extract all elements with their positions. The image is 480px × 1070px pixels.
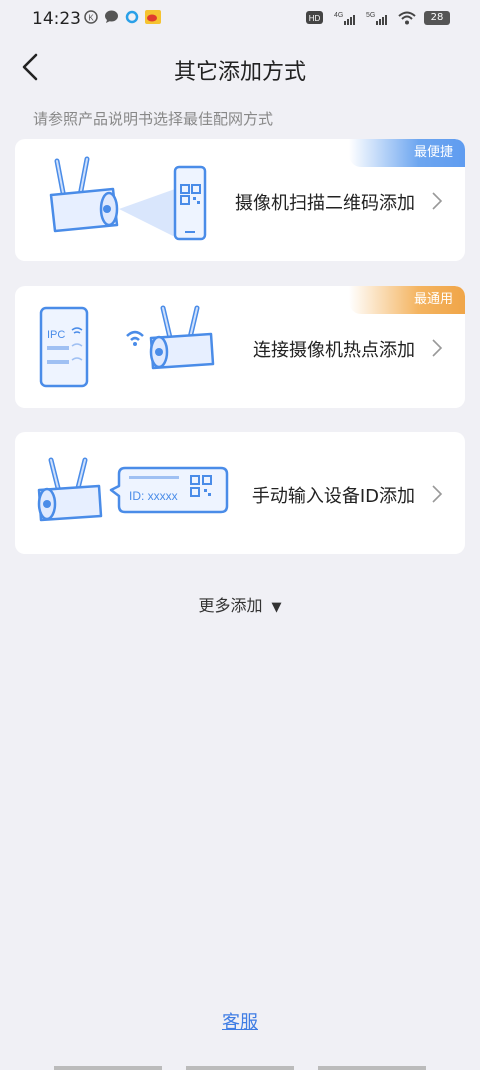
customer-service-link[interactable]: 客服 [0, 1008, 480, 1034]
triangle-down-icon: ▼ [271, 600, 282, 615]
option-manual-id-label: 手动输入设备ID添加 [251, 486, 415, 507]
option-hotspot-label: 连接摄像机热点添加 [253, 340, 415, 361]
battery-indicator: 28 [424, 11, 450, 25]
nav-bar: 其它添加方式 [0, 40, 480, 96]
svg-text:5G: 5G [366, 12, 375, 19]
id-placeholder-text: ID: xxxxx [129, 489, 178, 503]
chat-icon [105, 10, 118, 23]
circle-icon [125, 10, 139, 24]
svg-text:K: K [88, 14, 94, 23]
phone-ipc-text: IPC [47, 329, 65, 341]
status-bar: 14:23 K HD 4G 5G 28 [0, 0, 480, 38]
page-subtitle: 请参照产品说明书选择最佳配网方式 [33, 110, 274, 128]
option-hotspot[interactable]: 最通用 IPC 连接摄像机热点添加 [15, 286, 465, 408]
camera-hotspot-illustration [126, 305, 215, 370]
weibo-icon [145, 10, 161, 24]
hd-icon: HD [306, 11, 323, 24]
k-icon: K [84, 10, 98, 24]
svg-text:4G: 4G [334, 12, 343, 19]
chevron-right-icon [432, 485, 443, 503]
svg-text:HD: HD [309, 14, 321, 23]
wifi-icon [398, 11, 416, 25]
option-qr-scan[interactable]: 最便捷 摄像机扫描二维码添加 [15, 139, 465, 261]
phone-ipc-illustration: IPC [39, 306, 89, 388]
camera-id-illustration: ID: xxxxx [37, 457, 229, 522]
badge-most-convenient: 最便捷 [349, 139, 465, 167]
badge-most-common: 最通用 [349, 286, 465, 314]
chevron-right-icon [432, 339, 443, 357]
home-indicator [186, 1066, 294, 1070]
home-indicator [318, 1066, 426, 1070]
option-manual-id[interactable]: ID: xxxxx 手动输入设备ID添加 [15, 432, 465, 554]
camera-scan-qr-illustration [49, 156, 207, 241]
4g-signal-icon: 4G [334, 12, 355, 25]
home-indicator [54, 1066, 162, 1070]
chevron-right-icon [432, 192, 443, 210]
more-add-button[interactable]: 更多添加 ▼ [0, 592, 480, 616]
option-qr-scan-label: 摄像机扫描二维码添加 [235, 193, 415, 214]
more-add-label: 更多添加 [198, 596, 263, 615]
page-title: 其它添加方式 [173, 60, 306, 85]
status-time: 14:23 [32, 9, 81, 29]
5g-signal-icon: 5G [366, 12, 387, 25]
